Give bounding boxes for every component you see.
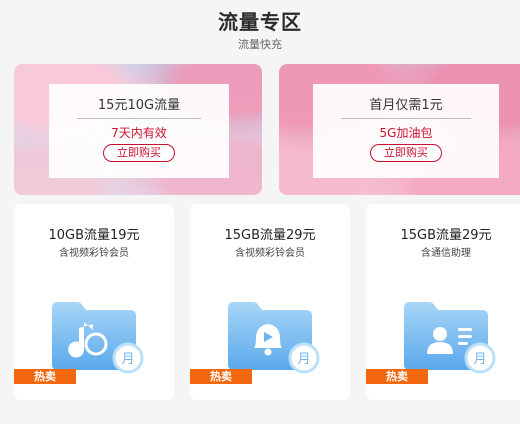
promo-banner-2[interactable]: 首月仅需1元 5G加油包 立即购买 <box>279 64 520 195</box>
promo-card: 15元10G流量 7天内有效 立即购买 <box>49 84 229 178</box>
package-subtitle: 含视频彩铃会员 <box>235 248 305 259</box>
period-label: 月 <box>297 352 310 367</box>
promo-card: 首月仅需1元 5G加油包 立即购买 <box>313 84 499 178</box>
package-card-3[interactable]: 15GB流量29元 含通信助理 月 热卖 <box>366 204 520 400</box>
promo-tag: 5G加油包 <box>379 126 433 140</box>
period-label: 月 <box>473 352 486 367</box>
bell-play-icon: 月 <box>224 300 320 374</box>
music-note-icon: 月 <box>48 300 144 374</box>
package-subtitle: 含通信助理 <box>421 248 471 259</box>
package-subtitle: 含视频彩铃会员 <box>59 248 129 259</box>
package-title: 15GB流量29元 <box>224 228 316 243</box>
page-title: 流量专区 <box>218 10 302 34</box>
buy-now-button[interactable]: 立即购买 <box>103 144 175 162</box>
divider <box>341 118 471 119</box>
contact-card-icon: 月 <box>400 300 496 374</box>
hot-badge: 热卖 <box>14 369 76 384</box>
package-title: 15GB流量29元 <box>400 228 492 243</box>
buy-now-button[interactable]: 立即购买 <box>370 144 442 162</box>
hot-badge: 热卖 <box>190 369 252 384</box>
promo-title: 首月仅需1元 <box>369 98 443 113</box>
package-card-2[interactable]: 15GB流量29元 含视频彩铃会员 月 热卖 <box>190 204 350 400</box>
package-card-1[interactable]: 10GB流量19元 含视频彩铃会员 月 热卖 <box>14 204 174 400</box>
section-header: 流量专区 流量快充 <box>0 0 520 60</box>
promo-title: 15元10G流量 <box>97 98 181 113</box>
period-label: 月 <box>121 352 134 367</box>
promo-banner-1[interactable]: 15元10G流量 7天内有效 立即购买 <box>14 64 262 195</box>
divider <box>77 118 201 119</box>
promo-tag: 7天内有效 <box>111 126 167 140</box>
page-subtitle: 流量快充 <box>238 38 282 51</box>
package-title: 10GB流量19元 <box>48 228 140 243</box>
hot-badge: 热卖 <box>366 369 428 384</box>
